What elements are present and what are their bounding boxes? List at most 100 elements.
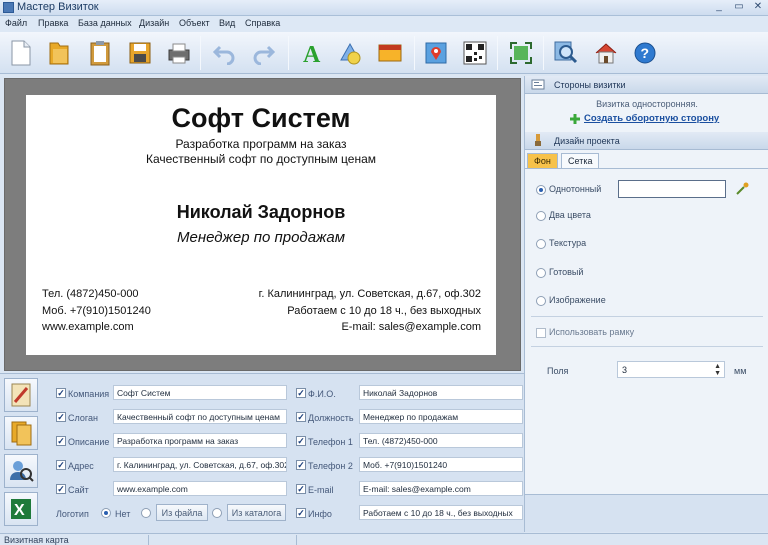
card-email[interactable]: E-mail: sales@example.com [341,321,481,333]
card-position[interactable]: Менеджер по продажам [26,229,496,246]
sides-info: Визитка односторонняя. [596,99,698,109]
description-field[interactable]: Разработка программ на заказ [113,433,287,448]
use-frame-checkbox[interactable] [536,328,546,338]
logo-catalog-radio[interactable] [212,508,222,518]
card-description[interactable]: Разработка программ на заказ [26,137,496,151]
create-back-link[interactable]: Создать оборотную сторону [584,113,719,124]
info-field[interactable]: Работаем с 10 до 18 ч., без выходных [359,505,523,520]
slogan-checkbox[interactable]: ✓ [56,412,66,422]
menu-database[interactable]: База данных [78,18,132,28]
address-field[interactable]: г. Калининград, ул. Советская, д.67, оф.… [113,457,287,472]
tab-background[interactable]: Фон [527,153,558,168]
logo-file-radio[interactable] [141,508,151,518]
open-folder-icon[interactable] [43,37,75,69]
clipboard-icon[interactable] [84,37,116,69]
site-checkbox[interactable]: ✓ [56,484,66,494]
qr-code-icon[interactable] [459,37,491,69]
status-divider [296,535,297,545]
tab-divider [525,168,768,169]
card-slogan[interactable]: Качественный софт по доступным ценам [26,152,496,166]
radio-image[interactable] [536,296,546,306]
radio-solid[interactable] [536,185,546,195]
new-document-icon[interactable] [5,37,37,69]
radio-two-colors-label: Два цвета [549,210,591,220]
margins-input[interactable]: 3 ▲ ▼ [617,361,725,378]
card-site[interactable]: www.example.com [42,321,134,333]
menu-help[interactable]: Справка [245,18,280,28]
text-icon[interactable]: A [296,37,328,69]
card-hours[interactable]: Работаем с 10 до 18 ч., без выходных [287,305,481,317]
maximize-button[interactable]: ▭ [732,1,746,14]
logo-from-catalog-button[interactable]: Из каталога [227,504,286,521]
radio-ready[interactable] [536,268,546,278]
card-address[interactable]: г. Калининград, ул. Советская, д.67, оф.… [259,288,481,300]
zoom-icon[interactable] [550,37,582,69]
email-field[interactable]: E-mail: sales@example.com [359,481,523,496]
card-phone2[interactable]: Моб. +7(910)1501240 [42,305,151,317]
fullname-checkbox[interactable]: ✓ [296,388,306,398]
menu-file[interactable]: Файл [5,18,27,28]
window-title: Мастер Визиток [17,1,99,13]
title-bar: Мастер Визиток _ ▭ ✕ [0,0,768,16]
tab-grid[interactable]: Сетка [561,153,600,168]
shape-icon[interactable] [334,37,366,69]
brush-icon [535,134,541,146]
site-field[interactable]: www.example.com [113,481,287,496]
help-icon[interactable]: ? [629,37,661,69]
position-checkbox[interactable]: ✓ [296,412,306,422]
menu-view[interactable]: Вид [219,18,235,28]
undo-icon[interactable] [208,37,240,69]
menu-object[interactable]: Объект [179,18,210,28]
logo-from-file-button[interactable]: Из файла [156,504,208,521]
email-label: E-mail [308,485,334,495]
menu-edit[interactable]: Правка [38,18,68,28]
business-card[interactable]: Софт Систем Разработка программ на заказ… [26,95,496,355]
home-icon[interactable] [590,37,622,69]
sides-header[interactable]: Стороны визитки [525,76,768,94]
description-checkbox[interactable]: ✓ [56,436,66,446]
fullname-field[interactable]: Николай Задорнов [359,385,523,400]
phone2-field[interactable]: Моб. +7(910)1501240 [359,457,523,472]
margins-value: 3 [622,365,628,375]
company-field[interactable]: Софт Систем [113,385,287,400]
close-button[interactable]: ✕ [751,1,765,14]
contacts-database-icon[interactable] [4,454,38,488]
info-checkbox[interactable]: ✓ [296,508,306,518]
minimize-button[interactable]: _ [712,1,726,14]
excel-import-icon[interactable]: X [4,492,38,526]
card-sides-icon [531,79,545,90]
phone2-label: Телефон 2 [308,461,353,471]
phone2-checkbox[interactable]: ✓ [296,460,306,470]
map-marker-icon[interactable] [420,37,452,69]
redo-icon[interactable] [248,37,280,69]
card-company[interactable]: Софт Систем [26,103,496,134]
spinner-arrows-icon[interactable]: ▲ ▼ [714,363,721,377]
print-icon[interactable] [163,37,195,69]
phone1-field[interactable]: Тел. (4872)450-000 [359,433,523,448]
radio-two-colors[interactable] [536,211,546,221]
radio-texture[interactable] [536,239,546,249]
fit-page-icon[interactable] [505,37,537,69]
menu-design[interactable]: Дизайн [139,18,169,28]
save-icon[interactable] [124,37,156,69]
image-icon[interactable] [374,37,406,69]
status-bar: Визитная карта [0,533,768,545]
slogan-field[interactable]: Качественный софт по доступным ценам [113,409,287,424]
company-checkbox[interactable]: ✓ [56,388,66,398]
card-name[interactable]: Николай Задорнов [26,202,496,223]
logo-none-radio[interactable] [101,508,111,518]
card-phone1[interactable]: Тел. (4872)450-000 [42,288,139,300]
eyedropper-icon[interactable] [735,182,749,196]
toolbar-separator [414,36,415,70]
design-header[interactable]: Дизайн проекта [525,132,768,150]
phone1-checkbox[interactable]: ✓ [296,436,306,446]
edit-text-icon[interactable] [4,378,38,412]
email-checkbox[interactable]: ✓ [296,484,306,494]
panel-footer [525,494,768,532]
color-swatch[interactable] [618,180,726,198]
position-field[interactable]: Менеджер по продажам [359,409,523,424]
status-divider [148,535,149,545]
templates-icon[interactable] [4,416,38,450]
address-checkbox[interactable]: ✓ [56,460,66,470]
properties-panel: Стороны визитки Визитка односторонняя. С… [524,76,768,532]
